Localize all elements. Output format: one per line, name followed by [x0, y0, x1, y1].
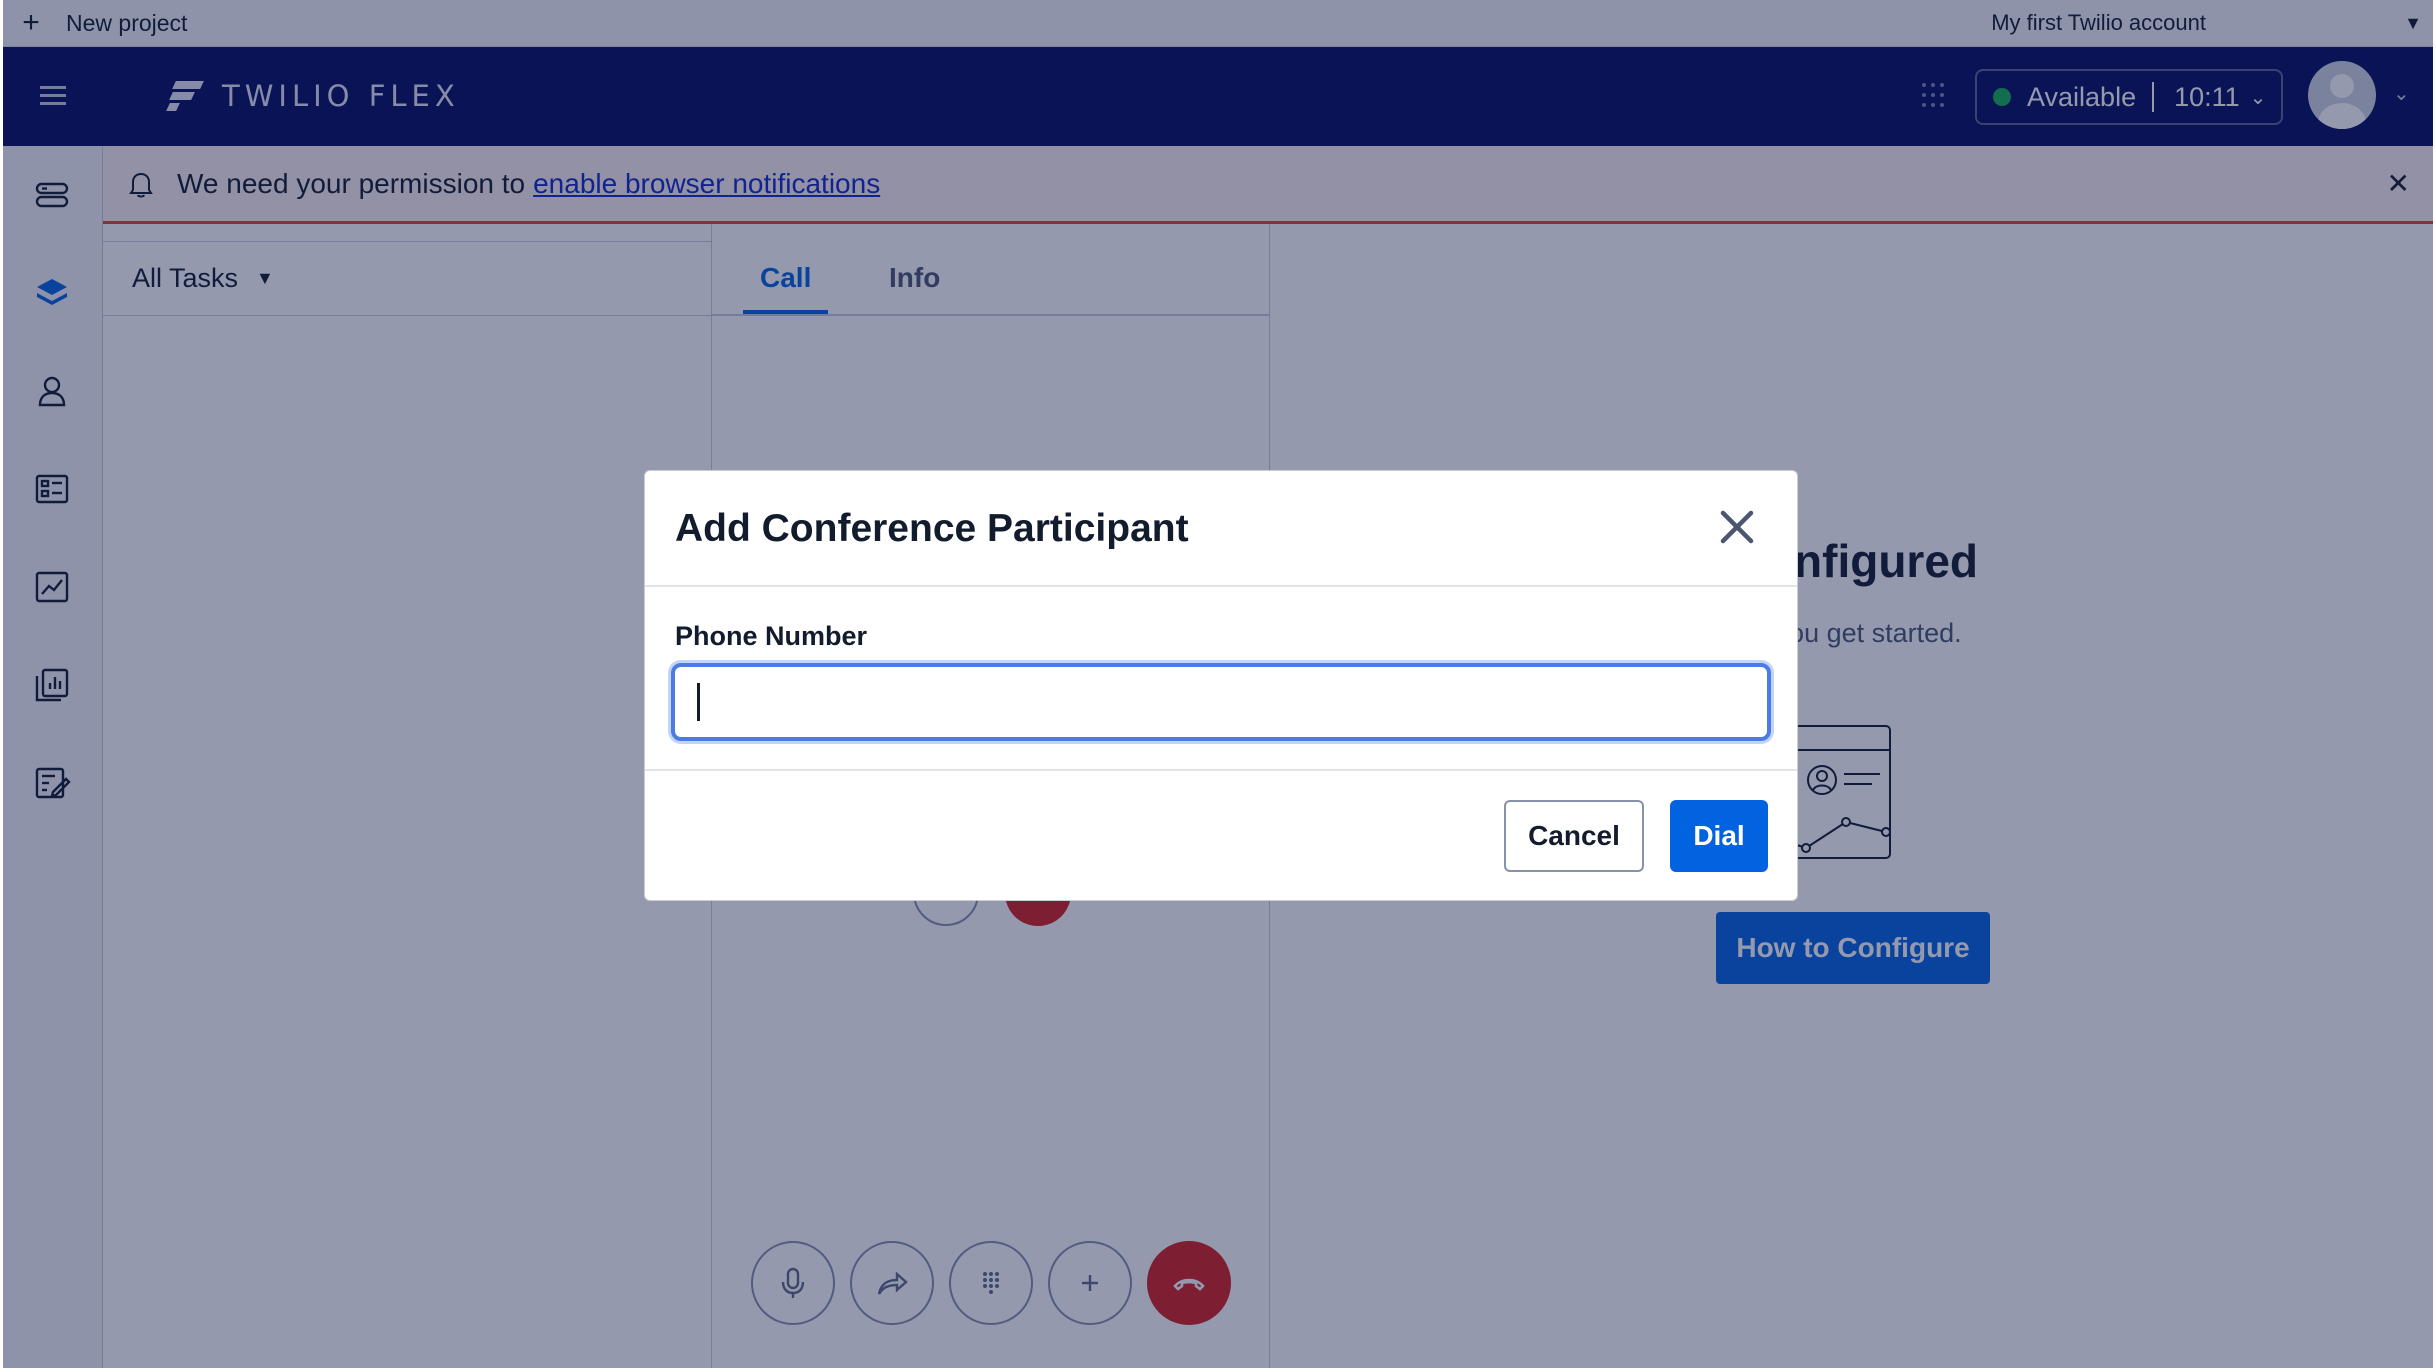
dial-button[interactable]: Dial: [1670, 800, 1768, 872]
dialog-body: Phone Number: [645, 587, 1797, 771]
phone-number-input[interactable]: [671, 663, 1771, 741]
dialog-footer: Cancel Dial: [645, 771, 1797, 900]
cancel-button[interactable]: Cancel: [1504, 800, 1644, 872]
close-icon[interactable]: [1717, 507, 1757, 547]
add-conference-participant-dialog: Add Conference Participant Phone Number …: [644, 470, 1798, 901]
text-cursor: [697, 683, 700, 721]
dialog-title: Add Conference Participant: [675, 507, 1189, 550]
phone-number-label: Phone Number: [675, 621, 868, 651]
dialog-header: Add Conference Participant: [645, 471, 1797, 587]
